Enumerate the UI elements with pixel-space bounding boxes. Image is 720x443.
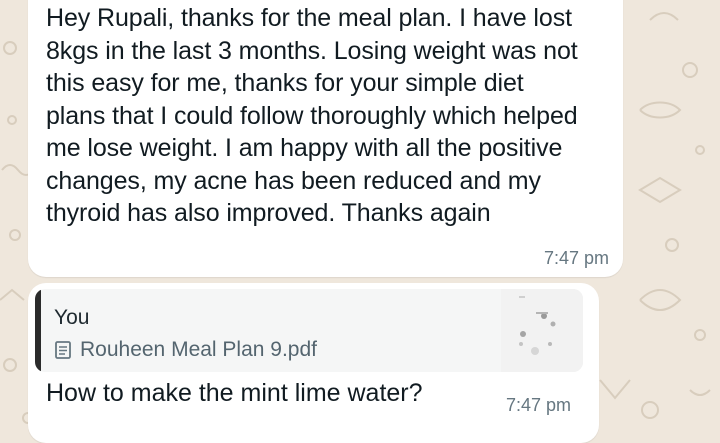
quote-accent-bar [35,289,41,372]
document-icon [54,340,72,360]
quoted-message[interactable]: You Rouheen Meal Plan 9.pdf [35,289,583,372]
pdf-thumbnail [501,289,583,372]
reply-message-timestamp: 7:47 pm [505,395,571,415]
message-text: Hey Rupali, thanks for the meal plan. I … [46,4,578,227]
quoted-file-name: Rouheen Meal Plan 9.pdf [80,338,317,361]
reply-message-text: How to make the mint lime water? [46,379,423,407]
incoming-message-bubble[interactable]: Hey Rupali, thanks for the meal plan. I … [28,0,623,277]
quote-author: You [54,306,90,329]
incoming-reply-bubble[interactable]: You Rouheen Meal Plan 9.pdf How to make … [28,283,599,443]
message-timestamp: 7:47 pm [543,248,609,268]
quoted-file: Rouheen Meal Plan 9.pdf [54,338,317,362]
